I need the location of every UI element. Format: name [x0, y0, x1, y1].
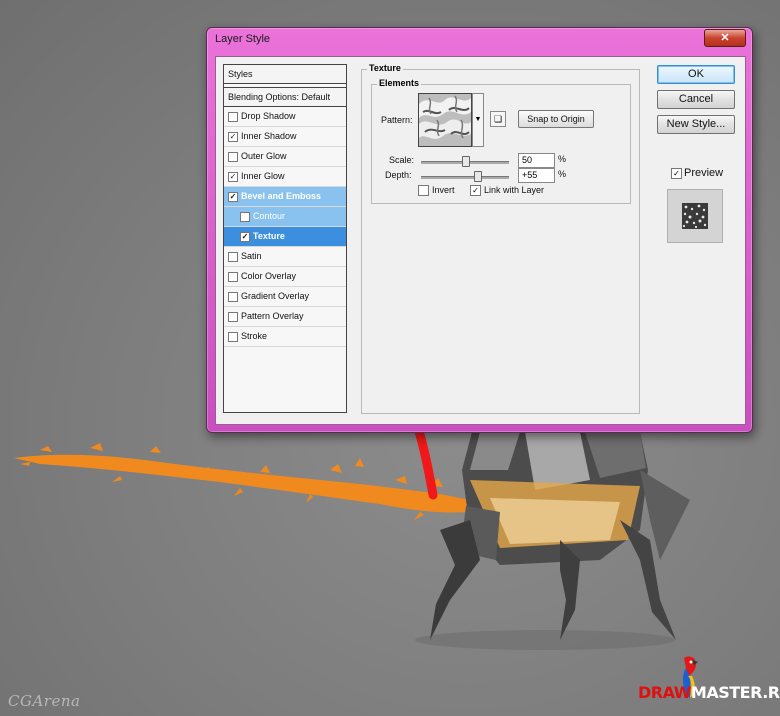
checkbox-gradient-overlay[interactable] [228, 292, 238, 302]
texture-group-title: Texture [367, 63, 403, 73]
style-item-inner-glow[interactable]: ✓ Inner Glow [224, 167, 346, 187]
depth-slider[interactable] [421, 176, 509, 179]
checkbox-stroke[interactable] [228, 332, 238, 342]
style-item-label: Texture [253, 231, 285, 241]
pattern-dropdown-arrow[interactable]: ▼ [472, 93, 484, 147]
preview-checkbox[interactable]: ✓ [671, 168, 682, 179]
robot-illustration [415, 432, 690, 650]
layer-style-dialog: Layer Style ✕ Styles Blending Options: D… [206, 27, 753, 433]
style-item-bevel-emboss[interactable]: ✓ Bevel and Emboss [224, 187, 346, 207]
snap-to-origin-button[interactable]: Snap to Origin [518, 110, 594, 128]
checkbox-pattern-overlay[interactable] [228, 312, 238, 322]
pattern-label: Pattern: [381, 115, 413, 125]
paint-splash [14, 443, 470, 520]
link-with-layer-label: Link with Layer [484, 185, 545, 195]
style-item-label: Inner Shadow [241, 131, 297, 141]
style-item-label: Drop Shadow [241, 111, 296, 121]
ok-button[interactable]: OK [657, 65, 735, 84]
close-button[interactable]: ✕ [704, 29, 746, 47]
dialog-client: Styles Blending Options: Default Drop Sh… [215, 56, 746, 425]
style-item-label: Bevel and Emboss [241, 191, 322, 201]
style-item-stroke[interactable]: Stroke [224, 327, 346, 347]
link-with-layer-checkbox[interactable]: ✓ [470, 185, 481, 196]
new-style-button[interactable]: New Style... [657, 115, 735, 134]
checkbox-outer-glow[interactable] [228, 152, 238, 162]
style-item-satin[interactable]: Satin [224, 247, 346, 267]
style-item-inner-shadow[interactable]: ✓ Inner Shadow [224, 127, 346, 147]
checkbox-color-overlay[interactable] [228, 272, 238, 282]
preview-label: Preview [684, 167, 724, 179]
invert-checkbox[interactable] [418, 185, 429, 196]
checkbox-bevel-emboss[interactable]: ✓ [228, 192, 238, 202]
checkbox-drop-shadow[interactable] [228, 112, 238, 122]
cancel-button[interactable]: Cancel [657, 90, 735, 109]
new-preset-icon[interactable]: ❏ [490, 111, 506, 127]
style-item-contour[interactable]: Contour [224, 207, 346, 227]
checkbox-inner-glow[interactable]: ✓ [228, 172, 238, 182]
checkbox-inner-shadow[interactable]: ✓ [228, 132, 238, 142]
scale-input[interactable]: 50 [518, 153, 555, 168]
style-item-label: Color Overlay [241, 271, 297, 281]
style-item-texture[interactable]: ✓ Texture [224, 227, 346, 247]
checkbox-contour[interactable] [240, 212, 250, 222]
style-item-label: Stroke [241, 331, 268, 341]
style-item-label: Outer Glow [241, 151, 287, 161]
depth-slider-thumb[interactable] [474, 171, 483, 182]
style-item-label: Pattern Overlay [241, 311, 304, 321]
style-item-drop-shadow[interactable]: Drop Shadow [224, 107, 346, 127]
style-item-label: Contour [253, 211, 286, 221]
depth-label: Depth: [385, 170, 412, 180]
elements-group-title: Elements [377, 78, 422, 88]
style-item-label: Satin [241, 251, 262, 261]
checkbox-satin[interactable] [228, 252, 238, 262]
style-preview [667, 189, 723, 243]
drawmaster-draw: DRAW [638, 683, 691, 702]
style-item-color-overlay[interactable]: Color Overlay [224, 267, 346, 287]
scale-label: Scale: [389, 155, 415, 165]
depth-input[interactable]: +55 [518, 168, 555, 183]
cgarena-watermark: CGArena [8, 692, 81, 710]
invert-label: Invert [432, 185, 455, 195]
styles-header[interactable]: Styles [224, 65, 346, 84]
dialog-title: Layer Style [215, 33, 271, 45]
style-item-outer-glow[interactable]: Outer Glow [224, 147, 346, 167]
styles-list: Styles Blending Options: Default Drop Sh… [223, 64, 347, 413]
style-item-label: Inner Glow [241, 171, 285, 181]
checkbox-texture[interactable]: ✓ [240, 232, 250, 242]
style-preview-swatch-icon [682, 203, 708, 229]
title-bar[interactable]: Layer Style ✕ [207, 28, 752, 54]
depth-unit: % [558, 169, 567, 179]
pattern-picker[interactable] [418, 93, 472, 147]
scale-slider-thumb[interactable] [462, 156, 470, 167]
scale-unit: % [558, 154, 567, 164]
style-item-pattern-overlay[interactable]: Pattern Overlay [224, 307, 346, 327]
drawmaster-watermark: DRAWMASTER.RU [638, 683, 780, 702]
blending-options[interactable]: Blending Options: Default [224, 87, 346, 107]
drawmaster-master: MASTER.RU [690, 683, 780, 702]
style-item-label: Gradient Overlay [241, 291, 310, 301]
pattern-preview-icon [419, 94, 471, 146]
style-item-gradient-overlay[interactable]: Gradient Overlay [224, 287, 346, 307]
